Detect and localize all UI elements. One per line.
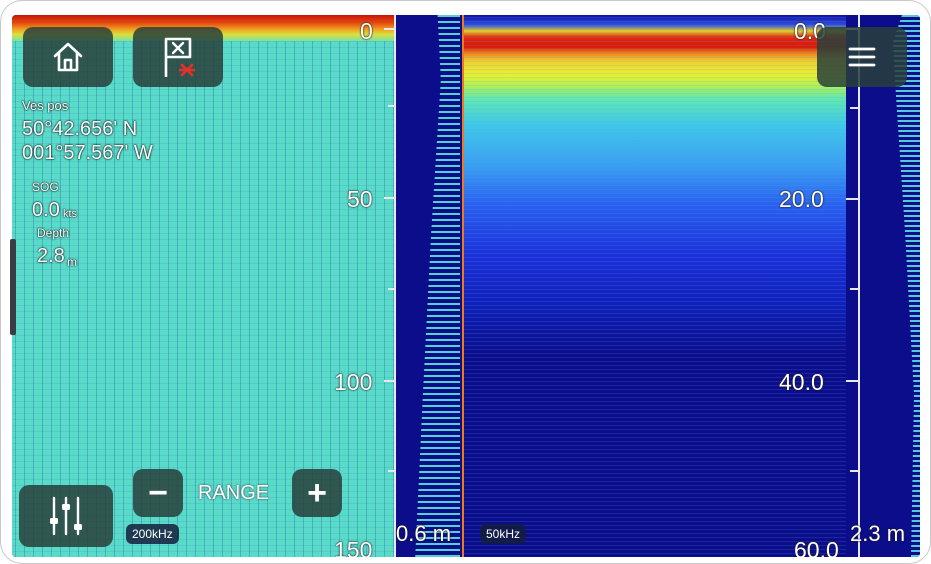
longitude-value: 001°57.567' W xyxy=(22,142,153,164)
sonar-pane-200khz[interactable]: 0 50 100 150 0.6 m xyxy=(12,15,464,557)
hamburger-menu-icon xyxy=(848,47,876,67)
depth-tick-label: 20.0 xyxy=(779,186,824,212)
echogram-50khz xyxy=(464,15,846,557)
depth-tick xyxy=(846,380,858,382)
bottom-depth-readout: 2.3 m xyxy=(850,521,906,546)
vessel-position-label: Ves pos xyxy=(22,98,69,113)
bottom-depth-readout: 0.6 m xyxy=(396,521,452,546)
chartplotter-display: 0 50 100 150 0.6 m 0.0 20.0 40.0 60.0 2.… xyxy=(0,0,931,564)
depth-tick-label: 100 xyxy=(334,369,373,395)
sliders-icon xyxy=(50,496,82,536)
range-increase-button[interactable]: + xyxy=(292,469,342,517)
depth-label: Depth xyxy=(37,226,70,240)
minus-icon: − xyxy=(148,474,168,512)
home-icon xyxy=(53,42,83,72)
range-label: RANGE xyxy=(198,482,270,504)
depth-tick xyxy=(384,380,394,382)
latitude-value: 50°42.656' N xyxy=(22,118,138,140)
depth-tick xyxy=(384,28,394,30)
sonar-settings-button[interactable] xyxy=(19,485,113,547)
plus-icon: + xyxy=(307,474,327,512)
depth-tick xyxy=(388,288,394,290)
depth-tick xyxy=(850,288,858,290)
sog-value: 0.0 xyxy=(32,199,60,221)
a-scope-200khz xyxy=(396,15,460,557)
home-button[interactable] xyxy=(23,27,113,87)
sog-unit: kts xyxy=(63,208,78,220)
a-scope-50khz xyxy=(860,15,920,557)
waypoint-flag-icon xyxy=(164,37,196,77)
sonar-pane-50khz[interactable]: 0.0 20.0 40.0 60.0 2.3 m 50kHz xyxy=(464,15,920,557)
depth-tick xyxy=(850,470,858,472)
menu-button[interactable] xyxy=(817,27,907,87)
frequency-badge: 50kHz xyxy=(480,524,527,544)
depth-tick-label: 50 xyxy=(347,186,373,212)
side-handle[interactable] xyxy=(10,239,16,335)
depth-tick xyxy=(388,105,394,107)
depth-tick xyxy=(846,198,858,200)
frequency-badge: 200kHz xyxy=(126,524,179,544)
depth-unit: m xyxy=(67,255,77,269)
depth-tick-label: 0 xyxy=(360,18,373,44)
range-decrease-button[interactable]: − xyxy=(133,469,183,517)
depth-tick-label: 60.0 xyxy=(794,537,839,557)
depth-tick xyxy=(850,107,858,109)
depth-scale-right xyxy=(846,15,860,557)
a-scope-returns xyxy=(415,15,460,557)
depth-tick-label: 150 xyxy=(334,537,373,557)
sog-label: SOG xyxy=(32,180,59,194)
sonar-screen: 0 50 100 150 0.6 m 0.0 20.0 40.0 60.0 2.… xyxy=(12,15,920,557)
depth-tick xyxy=(384,197,394,199)
depth-tick-label: 40.0 xyxy=(779,369,824,395)
a-scope-returns xyxy=(893,15,920,557)
depth-tick xyxy=(388,470,394,472)
waypoint-button[interactable] xyxy=(133,27,223,87)
depth-value: 2.8 xyxy=(37,245,65,267)
depth-scale-left xyxy=(384,15,396,557)
